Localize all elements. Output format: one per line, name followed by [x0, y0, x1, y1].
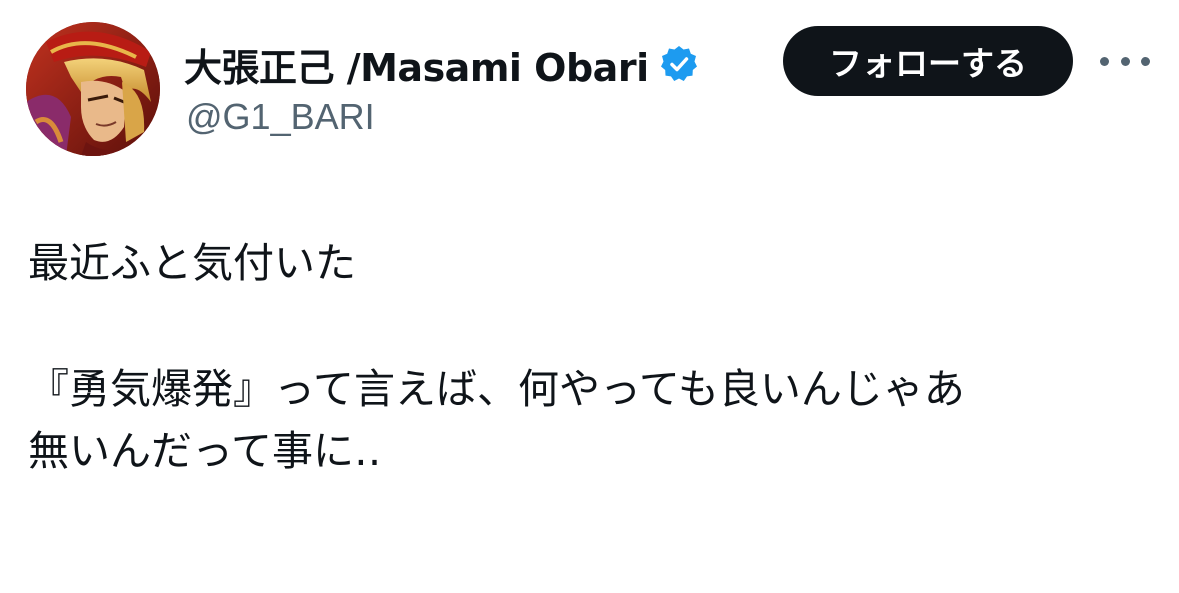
more-dot: [1120, 56, 1130, 66]
display-name[interactable]: 大張正己 /Masami Obari: [184, 37, 649, 92]
avatar-image-icon: [26, 22, 160, 156]
author-name-row: 大張正己 /Masami Obari: [184, 36, 699, 92]
tweet-line: 『勇気爆発』って言えば、何やっても良いんじゃあ: [28, 365, 965, 413]
more-horizontal-icon[interactable]: [1100, 48, 1150, 74]
avatar[interactable]: [26, 22, 160, 156]
more-dot: [1100, 56, 1109, 66]
author-handle[interactable]: @G1_BARI: [186, 96, 375, 138]
follow-button[interactable]: フォローする: [783, 26, 1073, 96]
tweet-text: 最近ふと気付いた 『勇気爆発』って言えば、何やっても良いんじゃあ 無いんだって事…: [28, 232, 1148, 482]
tweet-card: 大張正己 /Masami Obari @G1_BARI フォローする 最近ふと気…: [0, 0, 1179, 593]
tweet-line: 無いんだって事に‥: [28, 427, 382, 475]
more-dot: [1141, 56, 1150, 66]
tweet-line: 最近ふと気付いた: [28, 239, 356, 287]
verified-badge-icon[interactable]: [659, 44, 699, 84]
